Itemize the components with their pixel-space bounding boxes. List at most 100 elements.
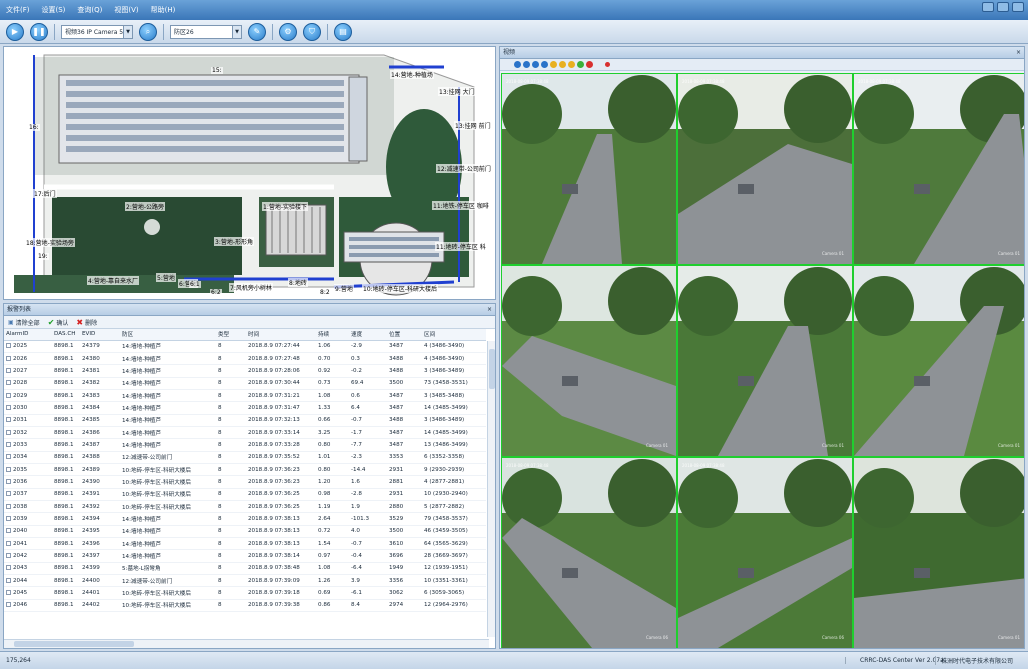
map-label[interactable]: 13:挂网 大门 [438,87,476,96]
column-header[interactable]: EVID [80,329,120,341]
row-checkbox[interactable] [6,577,11,583]
table-row[interactable]: 2030 8898.1 24384 14:墙地-种植芦 8 2018.8.9 07:31:… [4,401,486,415]
scrollbar-thumb[interactable] [14,641,134,647]
row-checkbox[interactable] [6,367,11,373]
table-row[interactable]: 2025 8898.1 24379 14:墙地-种植芦 8 2018.8.9 07:27:… [4,340,486,353]
menu-settings[interactable]: 设置(S) [42,5,66,15]
camera-view-1[interactable]: 2018-08-09 07:38:48 [502,74,676,264]
column-header[interactable]: 防区 [120,329,216,341]
row-checkbox[interactable] [6,565,11,571]
play-button[interactable]: ▶ [6,22,24,41]
snapshot-icon[interactable] [550,61,557,68]
table-row[interactable]: 2037 8898.1 24391 10:地砖-停车区-科研大楼后 8 2018.8.9 … [4,488,486,501]
minimize-button[interactable] [982,2,994,12]
table-row[interactable]: 2038 8898.1 24392 10:地砖-停车区-科研大楼后 8 2018.8.9 … [4,500,486,514]
column-header[interactable]: 区间 [422,329,486,341]
row-checkbox[interactable] [6,392,11,398]
maximize-button[interactable] [997,2,1009,12]
table-row[interactable]: 2032 8898.1 24386 14:墙地-种植芦 8 2018.8.9 07:33:… [4,426,486,440]
column-header[interactable]: 位置 [387,329,422,341]
map-label[interactable]: 14:营地-种植场 [390,70,434,79]
row-checkbox[interactable] [6,454,11,460]
column-header[interactable]: 类型 [216,329,246,341]
row-checkbox[interactable] [6,417,11,423]
camera-view-3[interactable]: 2018-08-09 07:38:48 Camera 01 [854,74,1024,264]
clear-all-button[interactable]: ▣ 清除全部 [8,318,40,327]
locate-zone-button[interactable]: ✎ [248,22,266,41]
map-label[interactable]: 3:营地-形形角 [214,237,255,246]
table-row[interactable]: 2042 8898.1 24397 14:墙地-种植芦 8 2018.8.9 07:38:… [4,549,486,563]
row-checkbox[interactable] [6,466,11,472]
map-label[interactable]: 9:营地 [334,284,354,293]
map-label[interactable]: 12:减速带-公司前门 [436,164,492,173]
camera-view-5[interactable]: Camera 01 [678,266,852,456]
map-label[interactable]: 1:营地-实验楼下 [262,202,309,211]
map-label[interactable]: 18:营地-实验场旁 [25,238,75,247]
map-label[interactable]: 4:营地-靠自来水厂 [87,276,140,285]
column-header[interactable]: 速度 [349,329,387,341]
camera-view-4[interactable]: Camera 01 [502,266,676,456]
camera-view-9[interactable]: Camera 01 [854,458,1024,648]
close-icon[interactable]: × [1016,47,1021,59]
zone-select[interactable]: 防区26 ▼ [170,24,242,39]
security-button[interactable]: ⛉ [303,22,321,41]
map-label[interactable]: 2:营地-公路旁 [125,202,166,211]
table-row[interactable]: 2031 8898.1 24385 14:墙地-种植芦 8 2018.8.9 07:32:… [4,414,486,427]
camera-view-7[interactable]: 2018-08-09 07:38:48 Camera 06 [502,458,676,648]
row-checkbox[interactable] [6,478,11,484]
layout-9-icon[interactable] [532,61,539,68]
table-row[interactable]: 2045 8898.1 24401 10:地砖-停车区-科研大楼后 8 2018.8.9 … [4,586,486,600]
row-checkbox[interactable] [6,404,11,410]
row-checkbox[interactable] [6,553,11,559]
record-icon[interactable] [559,61,566,68]
report-button[interactable]: ▤ [334,22,352,41]
site-map[interactable] [4,47,496,300]
map-label[interactable]: 6:2 [210,289,222,296]
pause-button[interactable]: ❚❚ [30,22,48,41]
menu-help[interactable]: 帮助(H) [151,5,176,15]
table-row[interactable]: 2043 8898.1 24399 5:墓地-L拐彎角 8 2018.8.9 07:38:… [4,562,486,576]
row-checkbox[interactable] [6,429,11,435]
row-checkbox[interactable] [6,540,11,546]
search-camera-button[interactable]: ⌕ [139,22,157,41]
menu-file[interactable]: 文件(F) [6,5,30,15]
alarm-vertical-scrollbar[interactable] [487,341,495,637]
camera-view-8[interactable]: 2018-08-09 07:38:48 Camera 06 [678,458,852,648]
map-label[interactable]: 17:后门 [33,189,57,198]
table-row[interactable]: 2036 8898.1 24390 10:地砖-停车区-科研大楼后 8 2018.8.9 … [4,475,486,489]
layout-4-icon[interactable] [523,61,530,68]
map-label[interactable]: 8:地砖 [288,278,308,287]
scrollbar-thumb[interactable] [489,349,495,389]
table-row[interactable]: 2026 8898.1 24380 14:墙地-种植芦 8 2018.8.9 07:27:… [4,352,486,366]
delete-button[interactable]: ✖ 删除 [76,318,97,327]
row-checkbox[interactable] [6,491,11,497]
layout-1-icon[interactable] [514,61,521,68]
row-checkbox[interactable] [6,528,11,534]
table-row[interactable]: 2027 8898.1 24381 14:墙地-种植芦 8 2018.8.9 07:28:… [4,364,486,378]
row-checkbox[interactable] [6,380,11,386]
folder-icon[interactable] [568,61,575,68]
table-row[interactable]: 2039 8898.1 24394 14:墙地-种植芦 8 2018.8.9 07:38:… [4,512,486,526]
close-button[interactable] [1012,2,1024,12]
alarm-horizontal-scrollbar[interactable] [4,639,489,648]
refresh-icon[interactable] [577,61,584,68]
table-row[interactable]: 2040 8898.1 24395 14:墙地-种植芦 8 2018.8.9 07:38:… [4,525,486,539]
stop-icon[interactable] [586,61,593,68]
map-label[interactable]: 5:营地 [156,273,176,282]
column-header[interactable]: DAS.CH [52,329,80,341]
map-label[interactable]: 10:地砖-停车区-科研大楼后 [362,284,438,293]
camera-view-6[interactable]: Camera 01 [854,266,1024,456]
row-checkbox[interactable] [6,343,11,349]
map-label[interactable]: 11:地砖-停车区 科 [435,242,487,251]
table-row[interactable]: 2033 8898.1 24387 14:墙地-种植芦 8 2018.8.9 07:33:… [4,438,486,452]
table-row[interactable]: 2035 8898.1 24389 10:地砖-停车区-科研大楼后 8 2018.8.9 … [4,463,486,477]
column-header[interactable]: 时间 [246,329,316,341]
row-checkbox[interactable] [6,355,11,361]
row-checkbox[interactable] [6,503,11,509]
map-label[interactable]: 19: [37,253,49,260]
row-checkbox[interactable] [6,515,11,521]
column-header[interactable]: 持续 [316,329,349,341]
menu-view[interactable]: 视图(V) [114,5,138,15]
row-checkbox[interactable] [6,590,11,596]
map-label[interactable]: 11:地铁-停车区 咖啡 [432,201,490,210]
